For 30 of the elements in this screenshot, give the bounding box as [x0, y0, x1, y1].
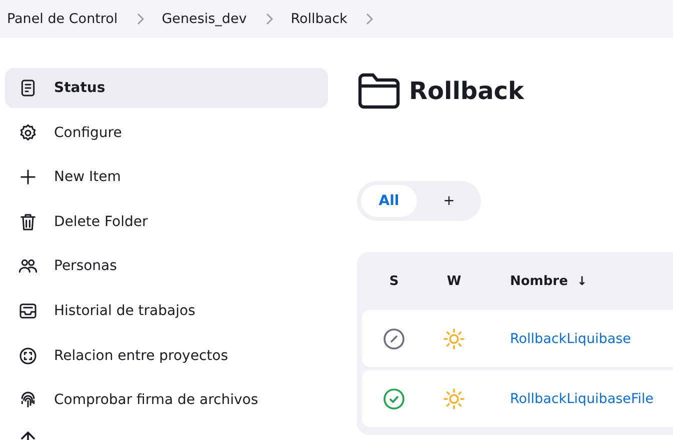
sun-icon [443, 328, 465, 350]
column-header[interactable]: W [426, 274, 482, 288]
sidebar-item[interactable]: Relacion entre proyectos [5, 336, 328, 376]
folder-icon [357, 71, 401, 111]
page-title: Rollback [409, 77, 524, 105]
tray-icon [18, 300, 38, 321]
sidebar-item[interactable]: New Item [5, 157, 328, 198]
breadcrumb-link[interactable]: Rollback [290, 11, 348, 27]
sidebar-item[interactable]: Delete Folder [5, 202, 328, 242]
sidebar-item[interactable]: Status [5, 68, 328, 108]
breadcrumb-link[interactable]: Genesis_dev [162, 11, 247, 27]
column-header[interactable]: S [362, 274, 426, 288]
sidebar-item[interactable]: Historial de trabajos [5, 290, 328, 331]
sidebar-item[interactable]: Comprobar firma de archivos [5, 380, 328, 420]
sidebar-item[interactable]: Personas [5, 246, 328, 286]
column-header[interactable]: Nombre ↓ [482, 274, 588, 288]
plus-icon [18, 167, 38, 188]
sidebar-item[interactable]: Configure [5, 112, 328, 153]
sun-icon [443, 388, 465, 410]
trash-icon [18, 212, 38, 232]
view-tab[interactable]: All [361, 185, 417, 217]
breadcrumb-link[interactable]: Panel de Control [7, 11, 118, 27]
chevron-icon [264, 13, 273, 25]
job-link[interactable]: RollbackLiquibaseFile [482, 390, 654, 406]
settings-icon [18, 122, 38, 143]
chevron-icon [136, 13, 144, 25]
focus-icon [18, 346, 38, 366]
chevron-icon [365, 13, 374, 25]
job-link[interactable]: RollbackLiquibase [482, 330, 631, 346]
view-tab[interactable]: + [421, 185, 477, 217]
